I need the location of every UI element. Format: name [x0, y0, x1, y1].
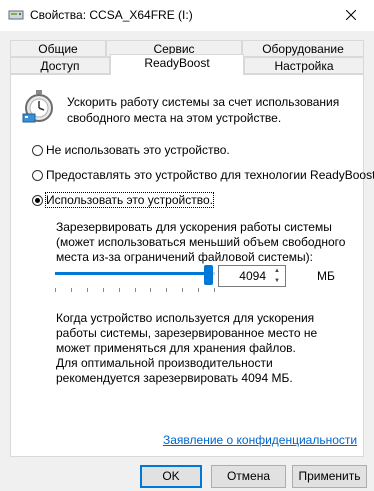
- privacy-link[interactable]: Заявление о конфиденциальности: [163, 433, 357, 447]
- usage-note-2: Для оптимальной производительности реком…: [56, 356, 293, 385]
- reserve-label: Зарезервировать для ускорения работы сис…: [56, 220, 346, 264]
- slider-fill: [55, 272, 206, 275]
- slider-tick: [71, 288, 72, 292]
- ok-button[interactable]: OK: [140, 465, 202, 488]
- close-button[interactable]: [328, 0, 374, 31]
- option-dedicate[interactable]: Предоставлять это устройство для техноло…: [32, 168, 374, 182]
- slider-tick: [135, 288, 136, 292]
- slider-thumb[interactable]: [204, 265, 213, 285]
- option-use-label: Использовать это устройство.: [45, 192, 214, 208]
- intro-text: Ускорить работу системы за счет использо…: [67, 95, 340, 125]
- tab-readyboost[interactable]: ReadyBoost: [110, 54, 244, 75]
- slider-tick: [103, 288, 104, 292]
- tab-general[interactable]: Общие: [10, 40, 106, 57]
- apply-button[interactable]: Применить: [292, 465, 367, 488]
- spin-down-icon[interactable]: ▼: [269, 276, 285, 286]
- readyboost-stopwatch-icon: [21, 88, 57, 124]
- option-do-not-use[interactable]: Не использовать это устройство.: [32, 143, 230, 157]
- window-title: Свойства: CCSA_X64FRE (I:): [30, 8, 193, 22]
- reserve-slider[interactable]: [55, 265, 217, 295]
- slider-tick: [214, 288, 215, 292]
- reserve-unit: МБ: [317, 269, 335, 283]
- title-bar: Свойства: CCSA_X64FRE (I:): [0, 0, 374, 31]
- spin-up-icon[interactable]: ▲: [269, 266, 285, 276]
- slider-tick: [182, 288, 183, 292]
- usage-note-1: Когда устройство используется для ускоре…: [56, 311, 318, 355]
- usage-note: Когда устройство используется для ускоре…: [56, 311, 346, 386]
- reserve-size-value: 4094: [239, 269, 266, 283]
- reserve-size-field[interactable]: 4094 ▲ ▼: [218, 265, 286, 287]
- tab-hardware[interactable]: Оборудование: [242, 40, 364, 57]
- option-dedicate-label: Предоставлять это устройство для техноло…: [46, 168, 374, 182]
- drive-properties-icon: [8, 8, 24, 22]
- slider-tick: [150, 288, 151, 292]
- radio-use[interactable]: [32, 194, 43, 206]
- close-icon: [345, 9, 357, 23]
- tab-customize[interactable]: Настройка: [244, 57, 364, 74]
- slider-tick: [55, 288, 56, 292]
- radio-do-not-use[interactable]: [32, 144, 43, 156]
- option-use[interactable]: Использовать это устройство.: [32, 192, 214, 208]
- radio-dedicate[interactable]: [32, 169, 43, 181]
- tab-sharing[interactable]: Доступ: [10, 57, 110, 74]
- slider-tick: [87, 288, 88, 292]
- slider-tick: [119, 288, 120, 292]
- properties-window: Свойства: CCSA_X64FRE (I:) Общие Сервис …: [0, 0, 374, 491]
- readyboost-panel: Ускорить работу системы за счет использо…: [10, 74, 374, 457]
- cancel-button[interactable]: Отмена: [211, 465, 286, 488]
- option-do-not-use-label: Не использовать это устройство.: [46, 143, 230, 157]
- slider-tick: [166, 288, 167, 292]
- slider-tick: [198, 288, 199, 292]
- slider-ticks: [55, 288, 215, 292]
